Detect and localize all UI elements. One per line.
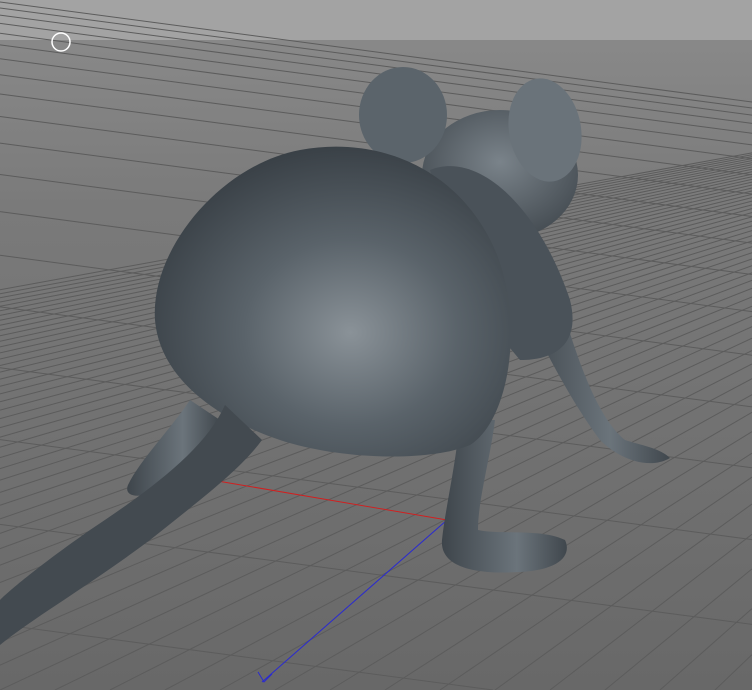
viewport-canvas[interactable] xyxy=(0,0,752,690)
horizon-band xyxy=(0,0,752,40)
3d-viewport[interactable] xyxy=(0,0,752,690)
left-ear xyxy=(359,67,447,163)
